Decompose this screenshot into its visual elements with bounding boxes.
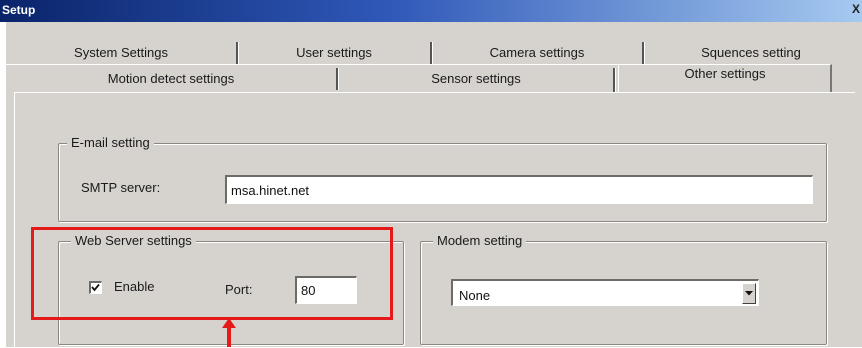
tab-motion-detect-settings[interactable]: Motion detect settings [6,71,336,91]
chevron-down-icon [745,291,753,296]
tab-label: Camera settings [489,45,585,60]
tab-sensor-settings[interactable]: Sensor settings [338,71,614,91]
smtp-server-label: SMTP server: [81,180,161,195]
tab-row-edge [6,64,618,65]
dropdown-button[interactable] [742,283,756,304]
modem-selected-value: None [459,288,491,303]
window-title: Setup [2,3,36,17]
tab-label: Other settings [684,66,766,81]
tab-camera-settings[interactable]: Camera settings [432,45,642,65]
tab-label: System Settings [74,45,168,60]
tab-label: Sensor settings [431,71,521,86]
modem-setting-group: Modem setting None [420,233,827,345]
modem-setting-legend: Modem setting [433,233,527,248]
tab-divider [642,42,645,64]
email-setting-group: E-mail setting SMTP server: [58,135,827,222]
arrow-up-icon [222,318,236,347]
email-setting-legend: E-mail setting [67,135,154,150]
highlight-box [31,227,393,320]
modem-select[interactable]: None [451,279,759,306]
tab-label: User settings [296,45,372,60]
tab-label: Motion detect settings [107,71,235,86]
tab-label: Squences setting [701,45,801,60]
tab-divider [613,68,616,92]
title-bar: Setup X [0,0,862,22]
smtp-server-input[interactable] [225,175,813,204]
close-icon[interactable]: X [852,2,862,18]
tab-system-settings[interactable]: System Settings [6,45,236,65]
tab-squences-setting[interactable]: Squences setting [646,45,856,65]
tab-other-settings[interactable]: Other settings [618,64,832,92]
tab-user-settings[interactable]: User settings [238,45,430,65]
